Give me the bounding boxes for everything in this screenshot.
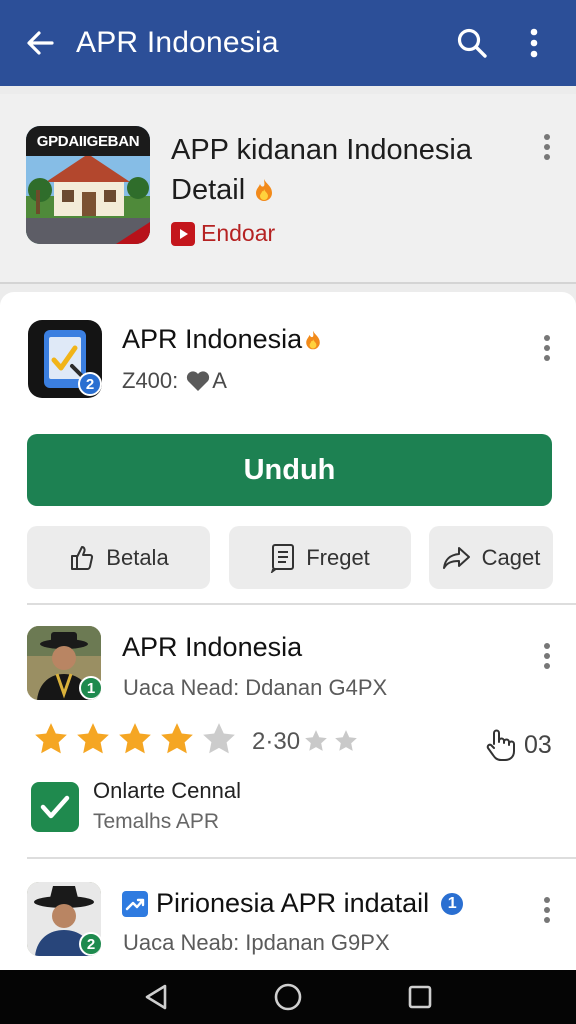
app-icon[interactable]: 2 <box>28 320 102 398</box>
nav-back-icon <box>145 984 167 1010</box>
review2-name-badge: 1 <box>439 890 466 917</box>
review2-badge: 2 <box>79 932 101 956</box>
featured-title-line2: Detail <box>171 170 491 210</box>
review2-name: Pirionesia APR indatail 1 <box>122 888 466 919</box>
thumbs-up-icon <box>71 545 94 570</box>
divider <box>27 857 576 859</box>
action-chip-label: Freget <box>306 544 370 570</box>
star-icon <box>305 730 327 751</box>
review1-likes-count: 03 <box>524 730 552 759</box>
star-icon <box>77 723 109 754</box>
app-more-button[interactable] <box>532 328 562 368</box>
more-vertical-icon <box>530 28 538 58</box>
action-chip-betala[interactable]: Betala <box>27 526 210 589</box>
fire-emoji-icon <box>256 179 273 201</box>
more-vertical-icon <box>544 335 550 361</box>
review1-star-rating <box>32 720 242 758</box>
app-meta: Z400: A <box>122 368 227 393</box>
review2-avatar[interactable]: 2 <box>27 882 101 956</box>
more-vertical-icon <box>544 897 550 923</box>
nav-home-button[interactable] <box>268 977 308 1017</box>
star-icon <box>161 723 193 754</box>
install-button[interactable]: Unduh <box>27 434 552 506</box>
back-button[interactable] <box>18 21 62 65</box>
star-icon <box>335 730 357 751</box>
app-detail-sheet: 2 APR Indonesia Z400: A Unduh Betala Fre… <box>0 292 576 970</box>
action-chip-label: Caget <box>481 544 541 570</box>
nav-home-icon <box>274 983 302 1011</box>
nav-back-button[interactable] <box>136 977 176 1017</box>
search-icon <box>457 28 487 58</box>
overflow-menu-button[interactable] <box>510 19 558 67</box>
hand-pointer-icon <box>486 729 515 761</box>
fire-emoji-icon <box>306 330 320 349</box>
share-icon <box>442 546 470 569</box>
app-name: APR Indonesia <box>122 324 324 355</box>
system-nav-bar <box>0 970 576 1024</box>
nav-recents-button[interactable] <box>400 977 440 1017</box>
verified-title: Onlarte Cennal <box>93 778 241 803</box>
action-chip-label: Betala <box>106 544 169 570</box>
featured-title[interactable]: APP kidanan Indonesia Detail <box>171 130 491 210</box>
app-icon-badge: 2 <box>78 372 102 396</box>
review1-avatar[interactable]: 1 <box>27 626 101 700</box>
trending-up-icon <box>122 890 148 917</box>
divider <box>27 603 576 605</box>
play-icon <box>171 221 195 246</box>
review1-name: APR Indonesia <box>122 632 303 662</box>
review1-subtitle: Uaca Nead: Ddanan G4PX <box>123 675 388 700</box>
heart-icon <box>187 371 210 391</box>
search-button[interactable] <box>448 19 496 67</box>
featured-channel[interactable]: Endoar <box>171 220 275 247</box>
review1-likes[interactable]: 03 <box>484 728 552 762</box>
page-title: APR Indonesia <box>76 26 279 59</box>
star-icon <box>203 723 235 754</box>
review1-small-stars <box>303 728 359 754</box>
action-chip-freget[interactable]: Freget <box>229 526 411 589</box>
featured-more-button[interactable] <box>532 127 562 167</box>
verified-check-box <box>31 782 79 832</box>
channel-name: Endoar <box>201 220 276 246</box>
featured-title-line1: APP kidanan Indonesia <box>171 134 472 166</box>
thumbnail-banner: GPDAIIGEBAN <box>26 126 150 156</box>
featured-thumbnail[interactable]: GPDAIIGEBAN <box>26 126 150 244</box>
verified-subtitle: Temalhs APR <box>93 810 220 833</box>
featured-card[interactable]: GPDAIIGEBAN APP kidanan Indonesia Detail… <box>0 94 576 284</box>
app-bar: APR Indonesia <box>0 0 576 86</box>
nav-recents-icon <box>408 985 432 1009</box>
action-chip-caget[interactable]: Caget <box>429 526 553 589</box>
review1-badge: 1 <box>79 676 101 700</box>
review2-more-button[interactable] <box>532 890 562 930</box>
more-vertical-icon <box>544 643 550 669</box>
review2-subtitle: Uaca Neab: Ipdanan G9PX <box>123 930 390 955</box>
review1-rating-text: 2·30 <box>252 728 301 755</box>
arrow-left-icon <box>27 31 54 55</box>
more-vertical-icon <box>544 134 550 160</box>
review1-more-button[interactable] <box>532 636 562 676</box>
star-icon <box>35 723 67 754</box>
check-icon <box>40 795 70 819</box>
document-icon <box>271 543 295 573</box>
star-icon <box>119 723 151 754</box>
